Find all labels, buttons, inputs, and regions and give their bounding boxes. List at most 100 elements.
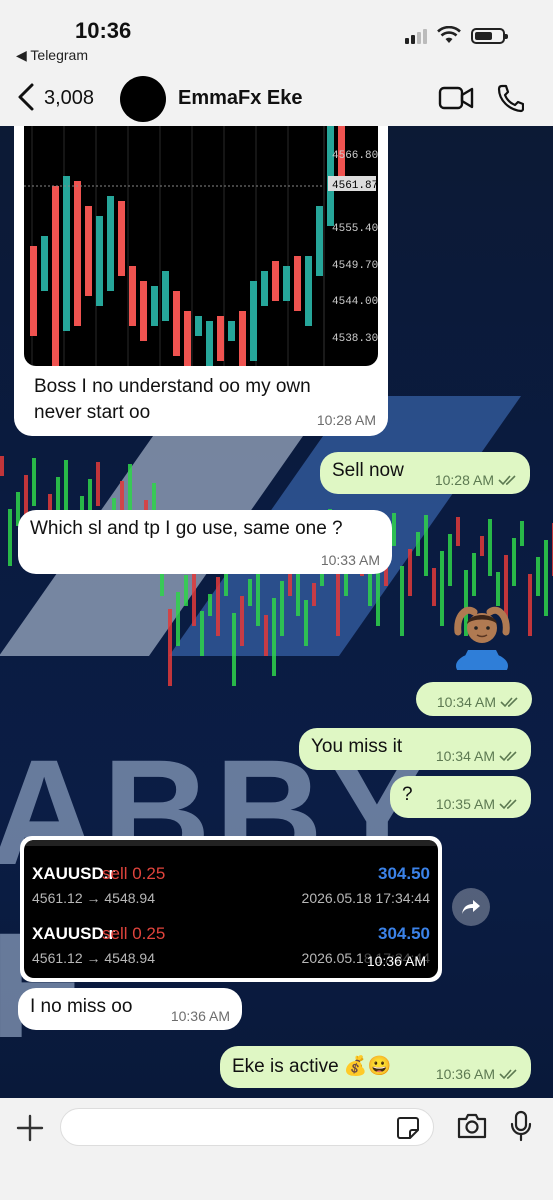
trade-profit: 304.50 xyxy=(378,864,430,883)
candle xyxy=(206,321,213,366)
candle xyxy=(184,311,191,366)
message-outgoing[interactable]: 10:34 AM xyxy=(416,682,532,716)
message-text: I no miss oo xyxy=(30,996,133,1017)
candle xyxy=(294,256,301,311)
wallpaper-candle xyxy=(472,553,476,596)
wallpaper-candle xyxy=(280,581,284,636)
wifi-icon xyxy=(437,26,461,43)
candle xyxy=(162,271,169,321)
trade-screenshot[interactable]: XAUUSD.r sell 0.25 304.50 4561.12 → 4548… xyxy=(24,840,438,978)
message-outgoing[interactable]: You miss it 10:34 AM xyxy=(299,728,531,770)
person-gesturing-ok-emoji[interactable] xyxy=(452,598,512,680)
candle xyxy=(96,216,103,306)
wallpaper-candle xyxy=(400,566,404,636)
message-time: 10:36 AM xyxy=(170,1008,230,1024)
message-outgoing[interactable]: Eke is active 💰😀 10:36 AM xyxy=(220,1046,531,1088)
message-time: 10:36 AM xyxy=(362,952,430,970)
price-label: 4561.87 xyxy=(332,180,378,192)
wallpaper-candle xyxy=(184,575,188,606)
message-text: You miss it xyxy=(311,736,403,757)
message-outgoing[interactable]: Sell now 10:28 AM xyxy=(320,452,530,494)
wallpaper-candle xyxy=(216,577,220,636)
candle xyxy=(41,236,48,291)
battery-icon xyxy=(471,28,508,44)
wallpaper-candle xyxy=(544,540,548,616)
wallpaper-candle xyxy=(8,509,12,566)
contact-name[interactable]: EmmaFx Eke xyxy=(178,87,303,110)
trade-side: sell 0.25 xyxy=(102,924,166,943)
read-checkmarks-icon xyxy=(499,1069,517,1080)
message-text: Which sl and tp I go use, same one ? xyxy=(30,518,343,539)
price-label: 4555.40 xyxy=(332,223,378,235)
price-label: 4566.80 xyxy=(332,150,378,162)
wallpaper-candle xyxy=(272,598,276,676)
avatar[interactable] xyxy=(120,76,166,122)
wallpaper-candle xyxy=(208,594,212,616)
wallpaper-candle xyxy=(512,538,516,586)
chart-screenshot[interactable]: 4566.80 4561.87 4555.40 4549.70 4544.00 4538.… xyxy=(24,126,378,366)
wallpaper-candle xyxy=(176,592,180,646)
share-arrow-icon xyxy=(462,900,480,914)
share-button[interactable] xyxy=(452,888,490,926)
microphone-icon[interactable] xyxy=(510,1110,532,1142)
attach-plus-icon[interactable] xyxy=(16,1114,44,1142)
message-time: 10:35 AM xyxy=(436,796,519,812)
message-composer xyxy=(0,1098,553,1200)
message-line: never start oo xyxy=(34,402,151,423)
sticker-icon[interactable] xyxy=(396,1116,420,1140)
trade-side: sell 0.25 xyxy=(102,864,166,883)
message-incoming[interactable]: Which sl and tp I go use, same one ? 10:… xyxy=(18,510,392,574)
candle xyxy=(85,206,92,296)
message-time: 10:34 AM xyxy=(437,694,520,710)
back-chevron-icon[interactable] xyxy=(14,82,38,112)
message-time: 10:34 AM xyxy=(436,748,519,764)
wallpaper-candle xyxy=(432,568,436,606)
wallpaper-candle xyxy=(232,613,236,686)
candle xyxy=(118,201,125,276)
wallpaper-candle xyxy=(240,596,244,646)
message-input[interactable] xyxy=(60,1108,434,1146)
cropped-row xyxy=(24,840,438,846)
status-bar: 10:36 ◀ Telegram xyxy=(0,0,553,70)
trade-profit: 304.50 xyxy=(378,924,430,943)
candle xyxy=(250,281,257,361)
back-unread-count[interactable]: 3,008 xyxy=(44,87,94,110)
camera-icon[interactable] xyxy=(456,1112,488,1140)
message-line: Boss I no understand oo my own xyxy=(34,376,311,397)
wallpaper-candle xyxy=(528,574,532,636)
wallpaper-candle xyxy=(408,549,412,596)
phone-call-icon[interactable] xyxy=(496,83,524,113)
message-incoming[interactable]: I no miss oo 10:36 AM xyxy=(18,988,242,1030)
candle xyxy=(261,271,268,306)
read-checkmarks-icon xyxy=(499,751,517,762)
message-chart-image[interactable]: 4566.80 4561.87 4555.40 4549.70 4544.00 4538.… xyxy=(14,126,388,436)
message-time: 10:36 AM xyxy=(436,1066,519,1082)
wallpaper-candle xyxy=(0,456,4,476)
candle xyxy=(151,286,158,326)
message-text: ? xyxy=(402,784,413,805)
candle xyxy=(239,311,246,366)
wallpaper-candle xyxy=(96,462,100,506)
trade-prices: 4561.12 → 4548.94 xyxy=(32,950,155,966)
candlestick-chart: 4566.80 4561.87 4555.40 4549.70 4544.00 4538.… xyxy=(24,126,378,366)
price-label: 4538.30 xyxy=(332,333,378,345)
wallpaper-candle xyxy=(488,519,492,576)
message-text: Boss I no understand oo my own never sta… xyxy=(34,374,311,426)
wallpaper-candle xyxy=(424,515,428,576)
candle xyxy=(217,316,224,361)
wallpaper-candle xyxy=(168,609,172,686)
candle xyxy=(63,176,70,331)
back-to-app-link[interactable]: ◀ Telegram xyxy=(16,47,88,64)
message-outgoing[interactable]: ? 10:35 AM xyxy=(390,776,531,818)
wallpaper-candle xyxy=(264,615,268,656)
candle xyxy=(173,291,180,356)
candle xyxy=(30,246,37,336)
video-call-icon[interactable] xyxy=(438,85,474,111)
read-checkmarks-icon xyxy=(498,475,516,486)
message-trade-image[interactable]: XAUUSD.r sell 0.25 304.50 4561.12 → 4548… xyxy=(20,836,442,982)
candle xyxy=(129,266,136,326)
price-label: 4549.70 xyxy=(332,260,378,272)
signal-icon xyxy=(405,28,427,44)
wallpaper-candle xyxy=(448,534,452,586)
wallpaper-candle xyxy=(32,458,36,506)
